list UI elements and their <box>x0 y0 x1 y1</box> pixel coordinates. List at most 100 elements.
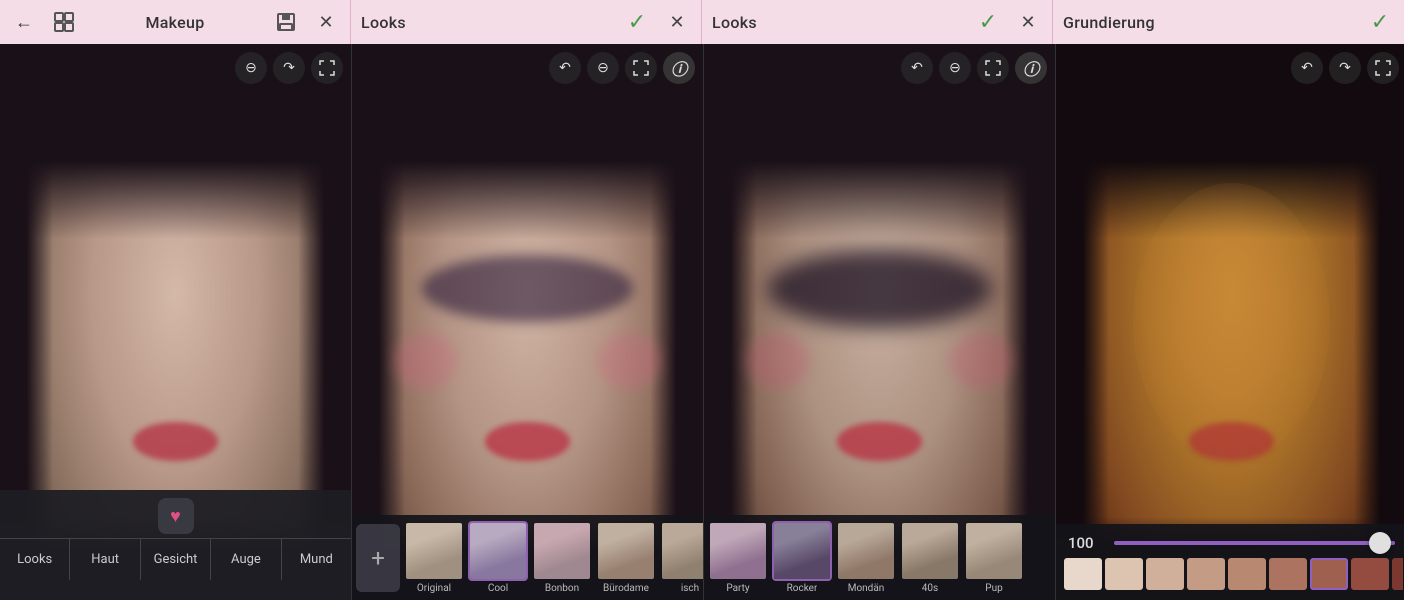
top-left-icons: ← <box>10 8 78 36</box>
looks-carousel-2: + Original Cool Bonbon <box>352 515 703 600</box>
swatch-4[interactable] <box>1228 558 1266 590</box>
look-item-mondan[interactable]: Mondän <box>836 521 896 594</box>
look-item-party[interactable]: Party <box>708 521 768 594</box>
minus-button-2[interactable]: ⊖ <box>587 52 619 84</box>
undo-button-3[interactable]: ↶ <box>901 52 933 84</box>
close-button-2[interactable]: ✕ <box>663 8 691 36</box>
tab-looks[interactable]: Looks <box>0 539 70 580</box>
look-label-pup: Pup <box>985 583 1002 594</box>
foundation-panel: 100 <box>1056 524 1404 600</box>
look-thumb-party <box>708 521 768 581</box>
top-right-icons-3: ✓ ✕ <box>974 8 1042 36</box>
opacity-slider[interactable] <box>1114 541 1395 545</box>
check-button-4[interactable]: ✓ <box>1366 8 1394 36</box>
close-button-1[interactable]: ✕ <box>312 8 340 36</box>
look-thumb-cool <box>468 521 528 581</box>
panel1-controls: ⊖ ↷ <box>235 52 343 84</box>
look-item-40s[interactable]: 40s <box>900 521 960 594</box>
look-thumb-pup <box>964 521 1024 581</box>
panel4-controls: ↶ ↷ <box>1291 52 1399 84</box>
look-item-isch[interactable]: isch <box>660 521 703 594</box>
tab-haut[interactable]: Haut <box>70 539 140 580</box>
makeup-title: Makeup <box>145 13 204 32</box>
crop-button-4[interactable] <box>1367 52 1399 84</box>
swatch-7[interactable] <box>1351 558 1389 590</box>
swatch-5[interactable] <box>1269 558 1307 590</box>
face-photo-4 <box>1056 44 1404 600</box>
top-right-icons-4: ✓ <box>1366 8 1394 36</box>
bottom-bar-categories: ♥ Looks Haut Gesicht Auge Mund <box>0 490 351 600</box>
undo-button-2[interactable]: ↶ <box>549 52 581 84</box>
color-swatches <box>1060 558 1403 594</box>
panel3-controls: ↶ ⊖ ⓘ <box>901 52 1047 84</box>
panel-looks-1: ↶ ⊖ ⓘ + Original <box>352 44 703 600</box>
top-right-icons-2: ✓ ✕ <box>623 8 691 36</box>
looks-title-2: Looks <box>712 13 757 32</box>
swatch-0[interactable] <box>1064 558 1102 590</box>
swatch-3[interactable] <box>1187 558 1225 590</box>
look-label-original: Original <box>417 583 451 594</box>
minus-button-3[interactable]: ⊖ <box>939 52 971 84</box>
top-right-icons-1: ✕ <box>272 8 340 36</box>
add-look-button[interactable]: + <box>356 524 400 592</box>
look-label-bonbon: Bonbon <box>545 583 579 594</box>
info-button-2[interactable]: ⓘ <box>663 52 695 84</box>
save-button[interactable] <box>272 8 300 36</box>
swatch-2[interactable] <box>1146 558 1184 590</box>
look-thumb-40s <box>900 521 960 581</box>
tab-auge[interactable]: Auge <box>211 539 281 580</box>
look-thumb-original <box>404 521 464 581</box>
look-thumb-mondan <box>836 521 896 581</box>
crop-button-3[interactable] <box>977 52 1009 84</box>
category-tabs: Looks Haut Gesicht Auge Mund <box>0 538 351 580</box>
grid-button[interactable] <box>50 8 78 36</box>
look-thumb-bonbon <box>532 521 592 581</box>
back-button[interactable]: ← <box>10 8 38 36</box>
tab-gesicht[interactable]: Gesicht <box>141 539 211 580</box>
check-button-3[interactable]: ✓ <box>974 8 1002 36</box>
look-item-burodame[interactable]: Bürodame <box>596 521 656 594</box>
redo-button-4[interactable]: ↷ <box>1329 52 1361 84</box>
looks-carousel-3: Party Rocker Mondän 40s <box>704 515 1055 600</box>
swatch-6[interactable] <box>1310 558 1348 590</box>
close-button-3[interactable]: ✕ <box>1014 8 1042 36</box>
main-area: ⊖ ↷ ♥ Looks Haut Gesicht Auge Mun <box>0 44 1404 600</box>
look-label-mondan: Mondän <box>848 583 885 594</box>
looks-title-1: Looks <box>361 13 406 32</box>
opacity-slider-row: 100 <box>1060 530 1403 558</box>
look-label-party: Party <box>726 583 749 594</box>
look-label-cool: Cool <box>488 583 508 594</box>
info-button-3[interactable]: ⓘ <box>1015 52 1047 84</box>
look-item-bonbon[interactable]: Bonbon <box>532 521 592 594</box>
look-label-isch: isch <box>681 583 699 594</box>
panel-grundierung: ↶ ↷ 100 <box>1056 44 1404 600</box>
top-section-grundierung: Grundierung ✓ <box>1053 0 1404 44</box>
look-item-cool[interactable]: Cool <box>468 521 528 594</box>
look-label-rocker: Rocker <box>787 583 818 594</box>
crop-button-2[interactable] <box>625 52 657 84</box>
swatch-8[interactable] <box>1392 558 1403 590</box>
slider-thumb[interactable] <box>1369 532 1391 554</box>
top-section-looks-1: Looks ✓ ✕ <box>351 0 702 44</box>
check-button-2[interactable]: ✓ <box>623 8 651 36</box>
panel2-controls: ↶ ⊖ ⓘ <box>549 52 695 84</box>
look-thumb-burodame <box>596 521 656 581</box>
heart-button[interactable]: ♥ <box>158 498 194 534</box>
top-section-makeup: ← Makeup ✕ <box>0 0 351 44</box>
redo-button-1[interactable]: ↷ <box>273 52 305 84</box>
top-bar: ← Makeup ✕ Looks <box>0 0 1404 44</box>
crop-button-1[interactable] <box>311 52 343 84</box>
tab-mund[interactable]: Mund <box>282 539 351 580</box>
opacity-value: 100 <box>1068 534 1104 552</box>
look-item-original[interactable]: Original <box>404 521 464 594</box>
look-item-pup[interactable]: Pup <box>964 521 1024 594</box>
look-item-rocker[interactable]: Rocker <box>772 521 832 594</box>
heart-area: ♥ <box>0 490 351 538</box>
undo-button-4[interactable]: ↶ <box>1291 52 1323 84</box>
look-label-40s: 40s <box>922 583 938 594</box>
minus-button-1[interactable]: ⊖ <box>235 52 267 84</box>
look-label-burodame: Bürodame <box>603 583 649 594</box>
look-thumb-isch <box>660 521 703 581</box>
look-thumb-rocker <box>772 521 832 581</box>
swatch-1[interactable] <box>1105 558 1143 590</box>
